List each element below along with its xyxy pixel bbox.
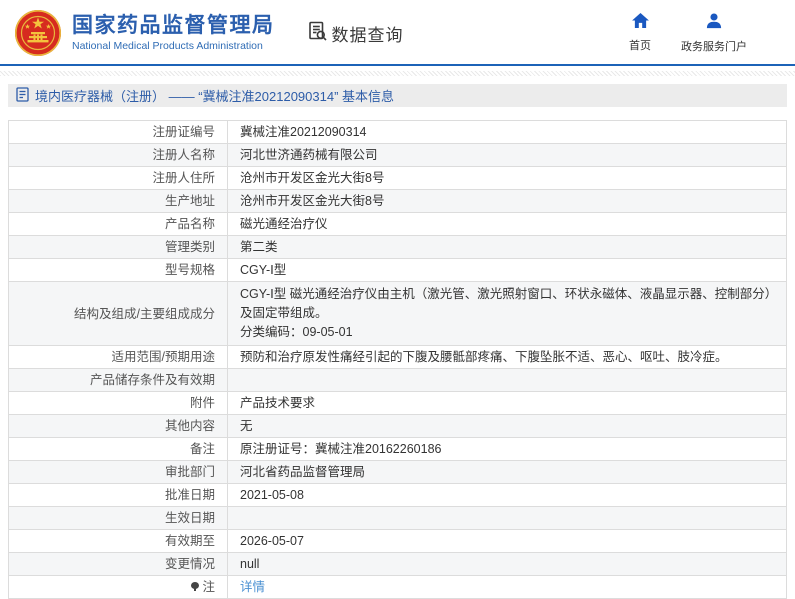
table-row: 注册人名称 河北世济通药械有限公司 (8, 143, 787, 167)
nav-home-label: 首页 (629, 39, 651, 52)
breadcrumb: 境内医疗器械（注册） —— “冀械注准20212090314” 基本信息 (8, 84, 787, 107)
hatch-divider (0, 71, 795, 76)
table-row: 注册人住所 沧州市开发区金光大街8号 (8, 166, 787, 190)
row-label: 注册人住所 (8, 166, 228, 190)
row-value: null (227, 552, 787, 576)
registration-info-table: 注册证编号 冀械注准20212090314 注册人名称 河北世济通药械有限公司 注册人住… (8, 120, 787, 599)
table-row: 管理类别 第二类 (8, 235, 787, 259)
row-label: 适用范围/预期用途 (8, 345, 228, 369)
table-row: 产品名称 磁光通经治疗仪 (8, 212, 787, 236)
nav-item-home[interactable]: 首页 (629, 12, 651, 54)
row-label: 注册人名称 (8, 143, 228, 167)
row-label: 注册证编号 (8, 120, 228, 144)
org-title: 国家药品监督管理局 (72, 13, 275, 37)
org-subtitle: National Medical Products Administration (72, 40, 263, 53)
page-header: 国家药品监督管理局 National Medical Products Admi… (0, 0, 795, 64)
table-row: 备注 原注册证号：冀械注准20162260186 (8, 437, 787, 461)
table-row: 生产地址 沧州市开发区金光大街8号 (8, 189, 787, 213)
row-value: 第二类 (227, 235, 787, 259)
row-value: 2021-05-08 (227, 483, 787, 507)
row-value: 磁光通经治疗仪 (227, 212, 787, 236)
row-value: 河北省药品监督管理局 (227, 460, 787, 484)
table-row: 型号规格 CGY-Ⅰ型 (8, 258, 787, 282)
table-row: 有效期至 2026-05-07 (8, 529, 787, 553)
header-divider (0, 64, 795, 66)
document-icon (16, 86, 29, 105)
row-label: 生效日期 (8, 506, 228, 530)
row-label: 批准日期 (8, 483, 228, 507)
row-label: 结构及组成/主要组成成分 (8, 281, 228, 346)
row-value: 沧州市开发区金光大街8号 (227, 189, 787, 213)
row-label: 生产地址 (8, 189, 228, 213)
row-value: CGY-Ⅰ型 (227, 258, 787, 282)
row-value: 河北世济通药械有限公司 (227, 143, 787, 167)
table-row: 审批部门 河北省药品监督管理局 (8, 460, 787, 484)
home-icon (631, 12, 649, 33)
table-row: 注册证编号 冀械注准20212090314 (8, 120, 787, 144)
row-value: 2026-05-07 (227, 529, 787, 553)
nav-item-gov-portal[interactable]: 政务服务门户 (681, 12, 747, 54)
data-query-icon (307, 20, 329, 47)
row-label: 变更情况 (8, 552, 228, 576)
row-label: 注 (8, 575, 228, 599)
row-value: 原注册证号：冀械注准20162260186 (227, 437, 787, 461)
row-value: 冀械注准20212090314 (227, 120, 787, 144)
row-label: 产品名称 (8, 212, 228, 236)
row-value: CGY-Ⅰ型 磁光通经治疗仪由主机（激光管、激光照射窗口、环状永磁体、液晶显示器… (227, 281, 787, 346)
table-row: 注详情 (8, 575, 787, 599)
header-nav: 首页 政务服务门户 (629, 12, 781, 54)
table-row: 结构及组成/主要组成成分 CGY-Ⅰ型 磁光通经治疗仪由主机（激光管、激光照射窗口… (8, 281, 787, 346)
national-emblem-logo (14, 9, 62, 57)
table-row: 变更情况 null (8, 552, 787, 576)
info-table-body: 注册证编号 冀械注准20212090314 注册人名称 河北世济通药械有限公司 注册人住… (8, 120, 787, 599)
page-title: 境内医疗器械（注册） —— “冀械注准20212090314” 基本信息 (35, 89, 395, 104)
table-row: 适用范围/预期用途 预防和治疗原发性痛经引起的下腹及腰骶部疼痛、下腹坠胀不适、恶心… (8, 345, 787, 369)
table-row: 生效日期 (8, 506, 787, 530)
nav-gov-portal-label: 政务服务门户 (681, 40, 747, 53)
row-label: 审批部门 (8, 460, 228, 484)
detail-link[interactable]: 详情 (240, 580, 265, 594)
data-query-label: 数据查询 (331, 25, 404, 45)
note-pin-icon (191, 582, 200, 591)
row-value: 产品技术要求 (227, 391, 787, 415)
row-label: 管理类别 (8, 235, 228, 259)
data-query-tab[interactable]: 数据查询 (307, 20, 404, 47)
user-icon (706, 12, 722, 34)
row-label: 附件 (8, 391, 228, 415)
row-value: 沧州市开发区金光大街8号 (227, 166, 787, 190)
table-row: 批准日期 2021-05-08 (8, 483, 787, 507)
row-value (227, 368, 787, 392)
row-label: 产品储存条件及有效期 (8, 368, 228, 392)
row-value: 详情 (227, 575, 787, 599)
table-row: 其他内容无 (8, 414, 787, 438)
row-label: 型号规格 (8, 258, 228, 282)
row-value: 预防和治疗原发性痛经引起的下腹及腰骶部疼痛、下腹坠胀不适、恶心、呕吐、肢冷症。 (227, 345, 787, 369)
row-label: 有效期至 (8, 529, 228, 553)
row-label: 备注 (8, 437, 228, 461)
row-label: 其他内容 (8, 414, 228, 438)
table-row: 产品储存条件及有效期 (8, 368, 787, 392)
table-row: 附件 产品技术要求 (8, 391, 787, 415)
row-value (227, 506, 787, 530)
row-value: 无 (227, 414, 787, 438)
